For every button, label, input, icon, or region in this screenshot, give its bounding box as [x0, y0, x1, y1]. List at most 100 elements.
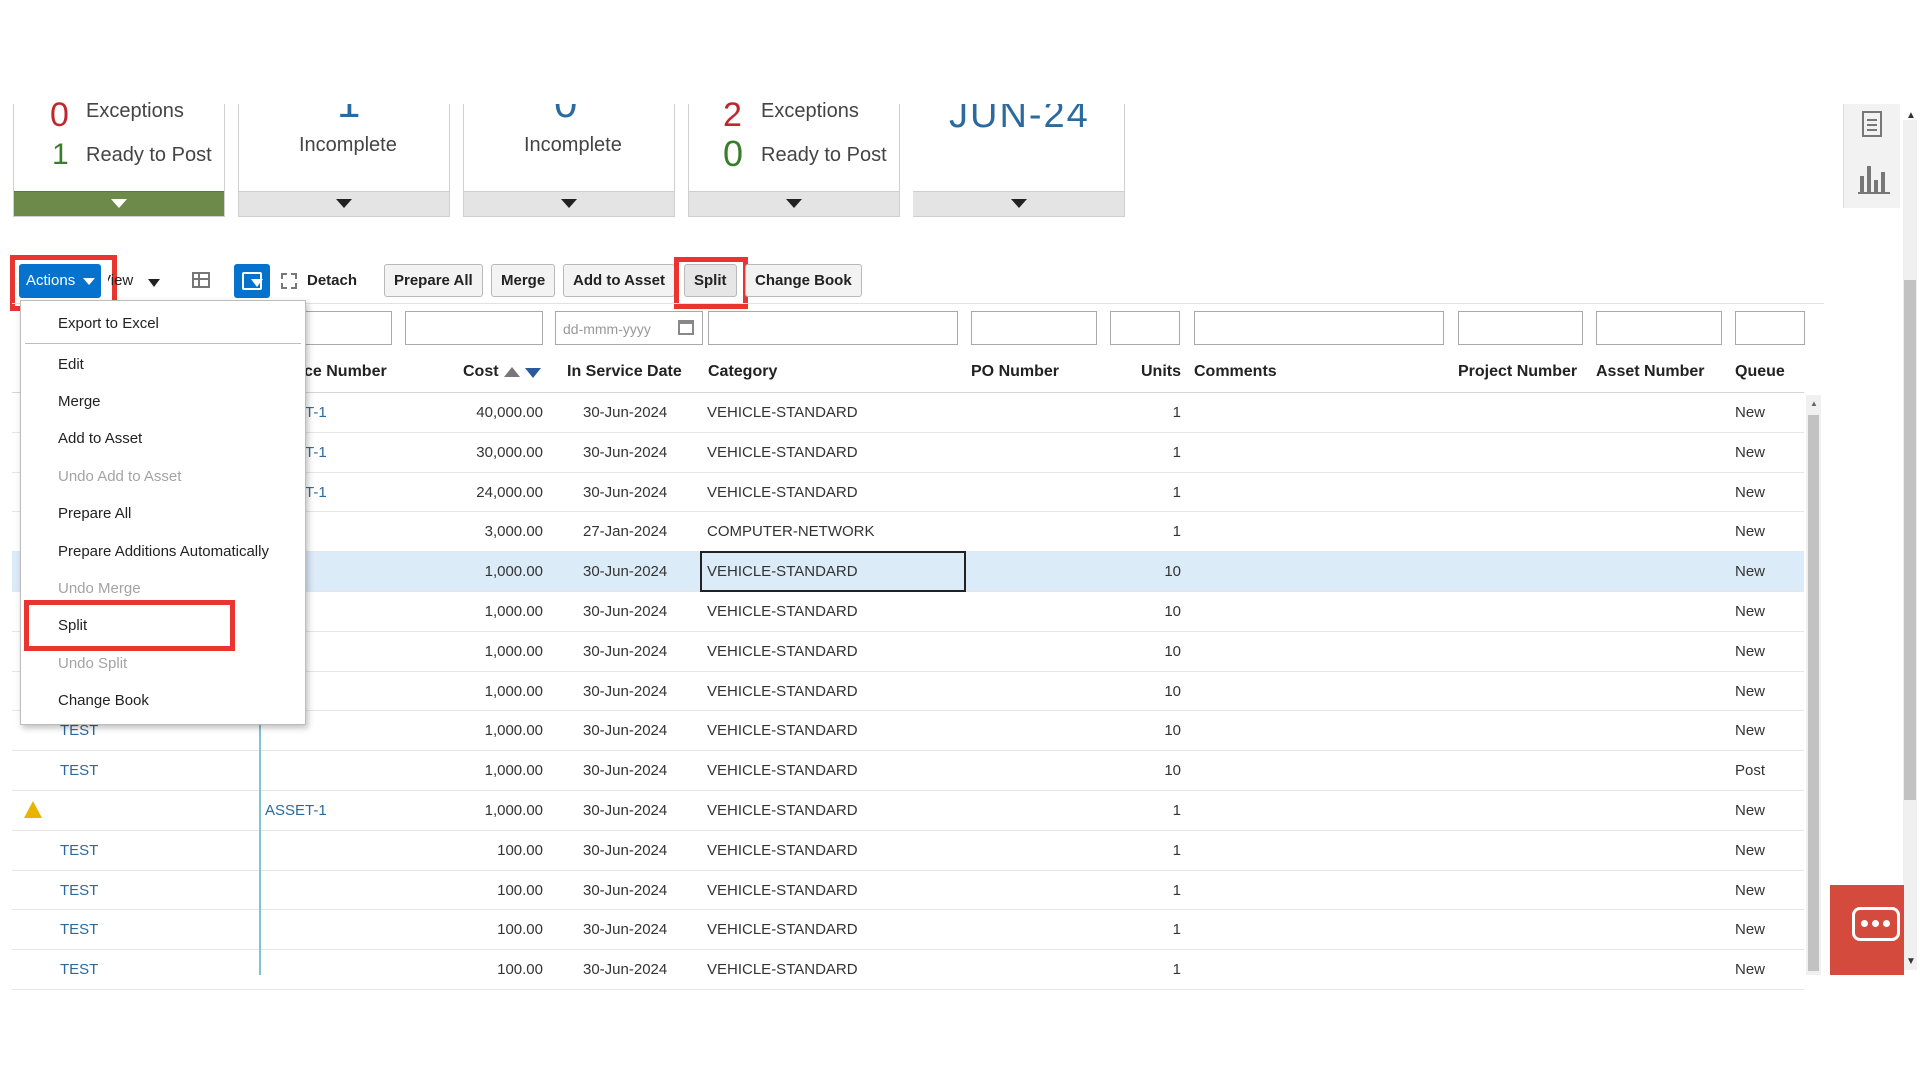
- asset-link-cell[interactable]: T-1: [305, 484, 327, 501]
- exceptions-count: 2: [723, 96, 742, 134]
- in-service-date-cell: 30-Jun-2024: [583, 603, 668, 620]
- queue-cell: New: [1735, 881, 1766, 899]
- summary-card-period[interactable]: JUN-24: [913, 104, 1125, 217]
- menu-item-undo-add-to-asset: Undo Add to Asset: [58, 468, 182, 485]
- sort-descending-icon[interactable]: [525, 368, 541, 378]
- summary-card-4[interactable]: 2 Exceptions 0 Ready to Post: [688, 98, 900, 217]
- menu-item-export-to-excel[interactable]: Export to Excel: [58, 315, 159, 332]
- col-comments[interactable]: Comments: [1194, 363, 1277, 381]
- queue-cell: New: [1735, 563, 1766, 581]
- sort-ascending-icon[interactable]: [504, 367, 520, 377]
- col-in-service-date[interactable]: In Service Date: [567, 363, 682, 381]
- asset-link-cell[interactable]: T-1: [305, 444, 327, 461]
- col-invoice-number[interactable]: ce Number: [304, 363, 387, 381]
- calendar-icon[interactable]: [678, 320, 694, 335]
- menu-item-prepare-all[interactable]: Prepare All: [58, 505, 131, 522]
- filter-invoice-number[interactable]: [304, 311, 392, 345]
- cost-cell: 30,000.00: [476, 443, 543, 461]
- menu-item-merge[interactable]: Merge: [58, 393, 101, 410]
- query-by-example-button[interactable]: [234, 264, 270, 298]
- col-queue[interactable]: Queue: [1735, 363, 1785, 381]
- menu-item-edit[interactable]: Edit: [58, 356, 84, 373]
- bar-chart-icon[interactable]: [1858, 164, 1890, 194]
- filter-units[interactable]: [1110, 311, 1180, 345]
- table-row[interactable]: TEST 100.00 30-Jun-2024 VEHICLE-STANDARD 1 Ne…: [12, 910, 1804, 951]
- add-to-asset-button[interactable]: Add to Asset: [563, 264, 675, 297]
- category-cell: VEHICLE-STANDARD: [707, 722, 858, 740]
- in-service-date-cell: 30-Jun-2024: [583, 563, 668, 581]
- invoice-cell[interactable]: TEST: [60, 762, 98, 779]
- ready-count: 1: [52, 138, 69, 171]
- invoice-cell[interactable]: TEST: [60, 842, 98, 859]
- expand-card-button[interactable]: [689, 191, 899, 216]
- invoice-cell[interactable]: TEST: [60, 921, 98, 938]
- expand-card-button[interactable]: [239, 191, 449, 216]
- summary-card-1[interactable]: 0 Exceptions 1 Ready to Post: [13, 98, 225, 217]
- caret-down-icon[interactable]: [148, 279, 160, 287]
- asset-link-cell[interactable]: T-1: [305, 404, 327, 421]
- in-service-date-cell: 27-Jan-2024: [583, 523, 668, 541]
- warning-icon[interactable]: [24, 801, 42, 818]
- filter-category[interactable]: [708, 311, 958, 345]
- menu-item-prepare-additions-automatically[interactable]: Prepare Additions Automatically: [58, 543, 269, 560]
- in-service-date-cell: 30-Jun-2024: [583, 443, 668, 461]
- table-row[interactable]: TEST 1,000.00 30-Jun-2024 VEHICLE-STANDARD 1…: [12, 751, 1804, 791]
- menu-item-change-book[interactable]: Change Book: [58, 692, 149, 709]
- col-po-number[interactable]: PO Number: [971, 363, 1059, 381]
- page-scroll-down[interactable]: ▼: [1906, 956, 1916, 967]
- grid-scrollbar[interactable]: ▲: [1806, 395, 1821, 975]
- caret-down-icon: [786, 199, 802, 208]
- in-service-date-cell: 30-Jun-2024: [583, 762, 668, 780]
- invoice-cell[interactable]: TEST: [60, 882, 98, 899]
- filter-in-service-date[interactable]: dd-mmm-yyyy: [555, 311, 703, 345]
- in-service-date-cell: 30-Jun-2024: [583, 921, 668, 939]
- filter-asset-number[interactable]: [1596, 311, 1722, 345]
- expand-card-button[interactable]: [464, 191, 674, 216]
- ready-label: Ready to Post: [86, 144, 212, 166]
- category-cell: VEHICLE-STANDARD: [707, 443, 858, 461]
- queue-cell: New: [1735, 841, 1766, 859]
- filter-cost[interactable]: [405, 311, 543, 345]
- filter-comments[interactable]: [1194, 311, 1444, 345]
- freeze-columns-icon[interactable]: [192, 272, 212, 290]
- col-cost[interactable]: Cost: [463, 363, 499, 381]
- units-cell: 1: [1172, 404, 1181, 421]
- col-units[interactable]: Units: [1141, 363, 1181, 381]
- change-book-button[interactable]: Change Book: [745, 264, 862, 297]
- page-scrollbar[interactable]: [1903, 120, 1917, 970]
- queue-cell: New: [1735, 603, 1766, 620]
- filter-project-number[interactable]: [1458, 311, 1583, 345]
- merge-button[interactable]: Merge: [491, 264, 556, 297]
- col-asset-number[interactable]: Asset Number: [1596, 363, 1704, 381]
- table-row[interactable]: TEST 100.00 30-Jun-2024 VEHICLE-STANDARD 1 Ne…: [12, 871, 1804, 911]
- filter-po-number[interactable]: [971, 311, 1097, 345]
- filter-queue[interactable]: [1735, 311, 1805, 345]
- in-service-date-cell: 30-Jun-2024: [583, 404, 668, 421]
- units-cell: 1: [1172, 881, 1181, 899]
- view-label: View: [108, 272, 134, 289]
- asset-link-cell[interactable]: ASSET-1: [265, 802, 327, 819]
- col-category[interactable]: Category: [708, 363, 777, 381]
- selected-category-cell[interactable]: [700, 551, 966, 592]
- units-cell: 1: [1172, 841, 1181, 859]
- category-cell: VEHICLE-STANDARD: [707, 921, 858, 939]
- invoice-cell[interactable]: TEST: [60, 961, 98, 978]
- table-row[interactable]: TEST 100.00 30-Jun-2024 VEHICLE-STANDARD 1 Ne…: [12, 950, 1804, 990]
- units-cell: 1: [1172, 802, 1181, 819]
- cost-cell: 1,000.00: [484, 762, 543, 780]
- expand-card-button[interactable]: [913, 191, 1124, 216]
- units-cell: 1: [1172, 523, 1181, 541]
- table-row[interactable]: TEST 100.00 30-Jun-2024 VEHICLE-STANDARD 1 Ne…: [12, 831, 1804, 871]
- prepare-all-button[interactable]: Prepare All: [384, 264, 483, 297]
- summary-card-3[interactable]: 0 Incomplete: [463, 104, 675, 217]
- expand-card-button[interactable]: [14, 191, 224, 216]
- table-row[interactable]: ASSET-1 1,000.00 30-Jun-2024 VEHICLE-STANDA…: [12, 791, 1804, 831]
- col-project-number[interactable]: Project Number: [1458, 363, 1577, 381]
- menu-item-add-to-asset[interactable]: Add to Asset: [58, 430, 142, 447]
- document-icon[interactable]: [1862, 111, 1882, 137]
- summary-card-2[interactable]: 1 Incomplete: [238, 104, 450, 217]
- in-service-date-cell: 30-Jun-2024: [583, 881, 668, 899]
- in-service-date-cell: 30-Jun-2024: [583, 841, 668, 859]
- menu-item-undo-merge: Undo Merge: [58, 580, 141, 597]
- chat-button[interactable]: [1830, 885, 1904, 975]
